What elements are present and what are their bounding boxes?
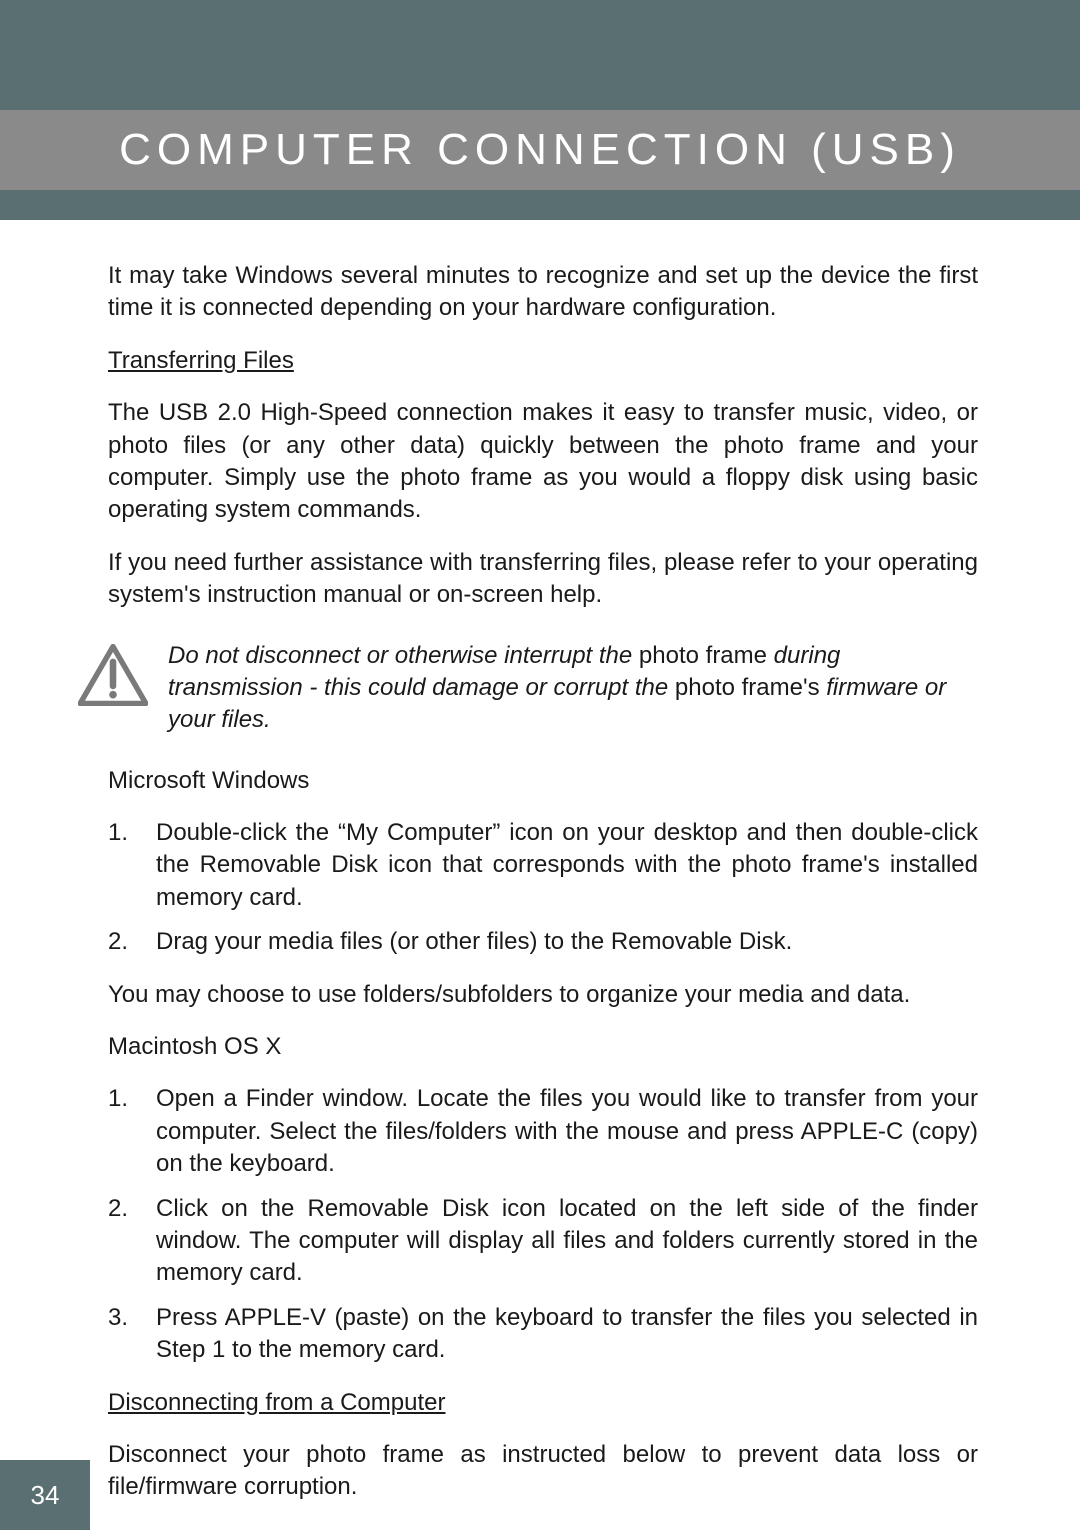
mac-heading: Macintosh OS X xyxy=(108,1031,978,1063)
page-title: COMPUTER CONNECTION (USB) xyxy=(119,125,961,175)
windows-note: You may choose to use folders/subfolders… xyxy=(108,979,978,1011)
transferring-p1: The USB 2.0 High-Speed connection makes … xyxy=(108,397,978,527)
list-item: 3. Press APPLE-V (paste) on the keyboard… xyxy=(108,1302,978,1367)
windows-steps: 1. Double-click the “My Computer” icon o… xyxy=(108,817,978,959)
transferring-p2: If you need further assistance with tran… xyxy=(108,547,978,612)
step-body: Double-click the “My Computer” icon on y… xyxy=(156,817,978,914)
warning-triangle-icon xyxy=(78,644,148,706)
content-area: It may take Windows several minutes to r… xyxy=(108,260,978,1524)
page-number: 34 xyxy=(31,1480,60,1511)
step-body: Open a Finder window. Locate the files y… xyxy=(156,1083,978,1180)
page-number-tab: 34 xyxy=(0,1460,90,1530)
step-body: Drag your media files (or other files) t… xyxy=(156,926,978,958)
warning-up1: photo frame xyxy=(639,642,767,669)
warning-block: Do not disconnect or otherwise interrupt… xyxy=(78,640,978,737)
warning-text: Do not disconnect or otherwise interrupt… xyxy=(168,640,978,737)
disconnect-p1: Disconnect your photo frame as instructe… xyxy=(108,1439,978,1504)
list-item: 2. Drag your media files (or other files… xyxy=(108,926,978,958)
list-item: 1. Open a Finder window. Locate the file… xyxy=(108,1083,978,1180)
windows-heading: Microsoft Windows xyxy=(108,765,978,797)
step-number: 3. xyxy=(108,1302,156,1367)
list-item: 1. Double-click the “My Computer” icon o… xyxy=(108,817,978,914)
warning-icon xyxy=(78,640,168,706)
step-body: Press APPLE-V (paste) on the keyboard to… xyxy=(156,1302,978,1367)
transferring-heading-text: Transferring Files xyxy=(108,347,294,374)
disconnect-heading: Disconnecting from a Computer xyxy=(108,1387,978,1419)
list-item: 2. Click on the Removable Disk icon loca… xyxy=(108,1193,978,1290)
step-number: 1. xyxy=(108,817,156,914)
mac-steps: 1. Open a Finder window. Locate the file… xyxy=(108,1083,978,1366)
intro-paragraph: It may take Windows several minutes to r… xyxy=(108,260,978,325)
step-number: 2. xyxy=(108,926,156,958)
manual-page: COMPUTER CONNECTION (USB) It may take Wi… xyxy=(0,0,1080,1530)
step-number: 1. xyxy=(108,1083,156,1180)
transferring-heading: Transferring Files xyxy=(108,345,978,377)
warning-pre: Do not disconnect or otherwise interrupt… xyxy=(168,642,639,669)
step-number: 2. xyxy=(108,1193,156,1290)
title-band: COMPUTER CONNECTION (USB) xyxy=(0,110,1080,190)
warning-up2: photo frame's xyxy=(675,674,820,701)
disconnect-heading-text: Disconnecting from a Computer xyxy=(108,1389,445,1416)
step-body: Click on the Removable Disk icon located… xyxy=(156,1193,978,1290)
